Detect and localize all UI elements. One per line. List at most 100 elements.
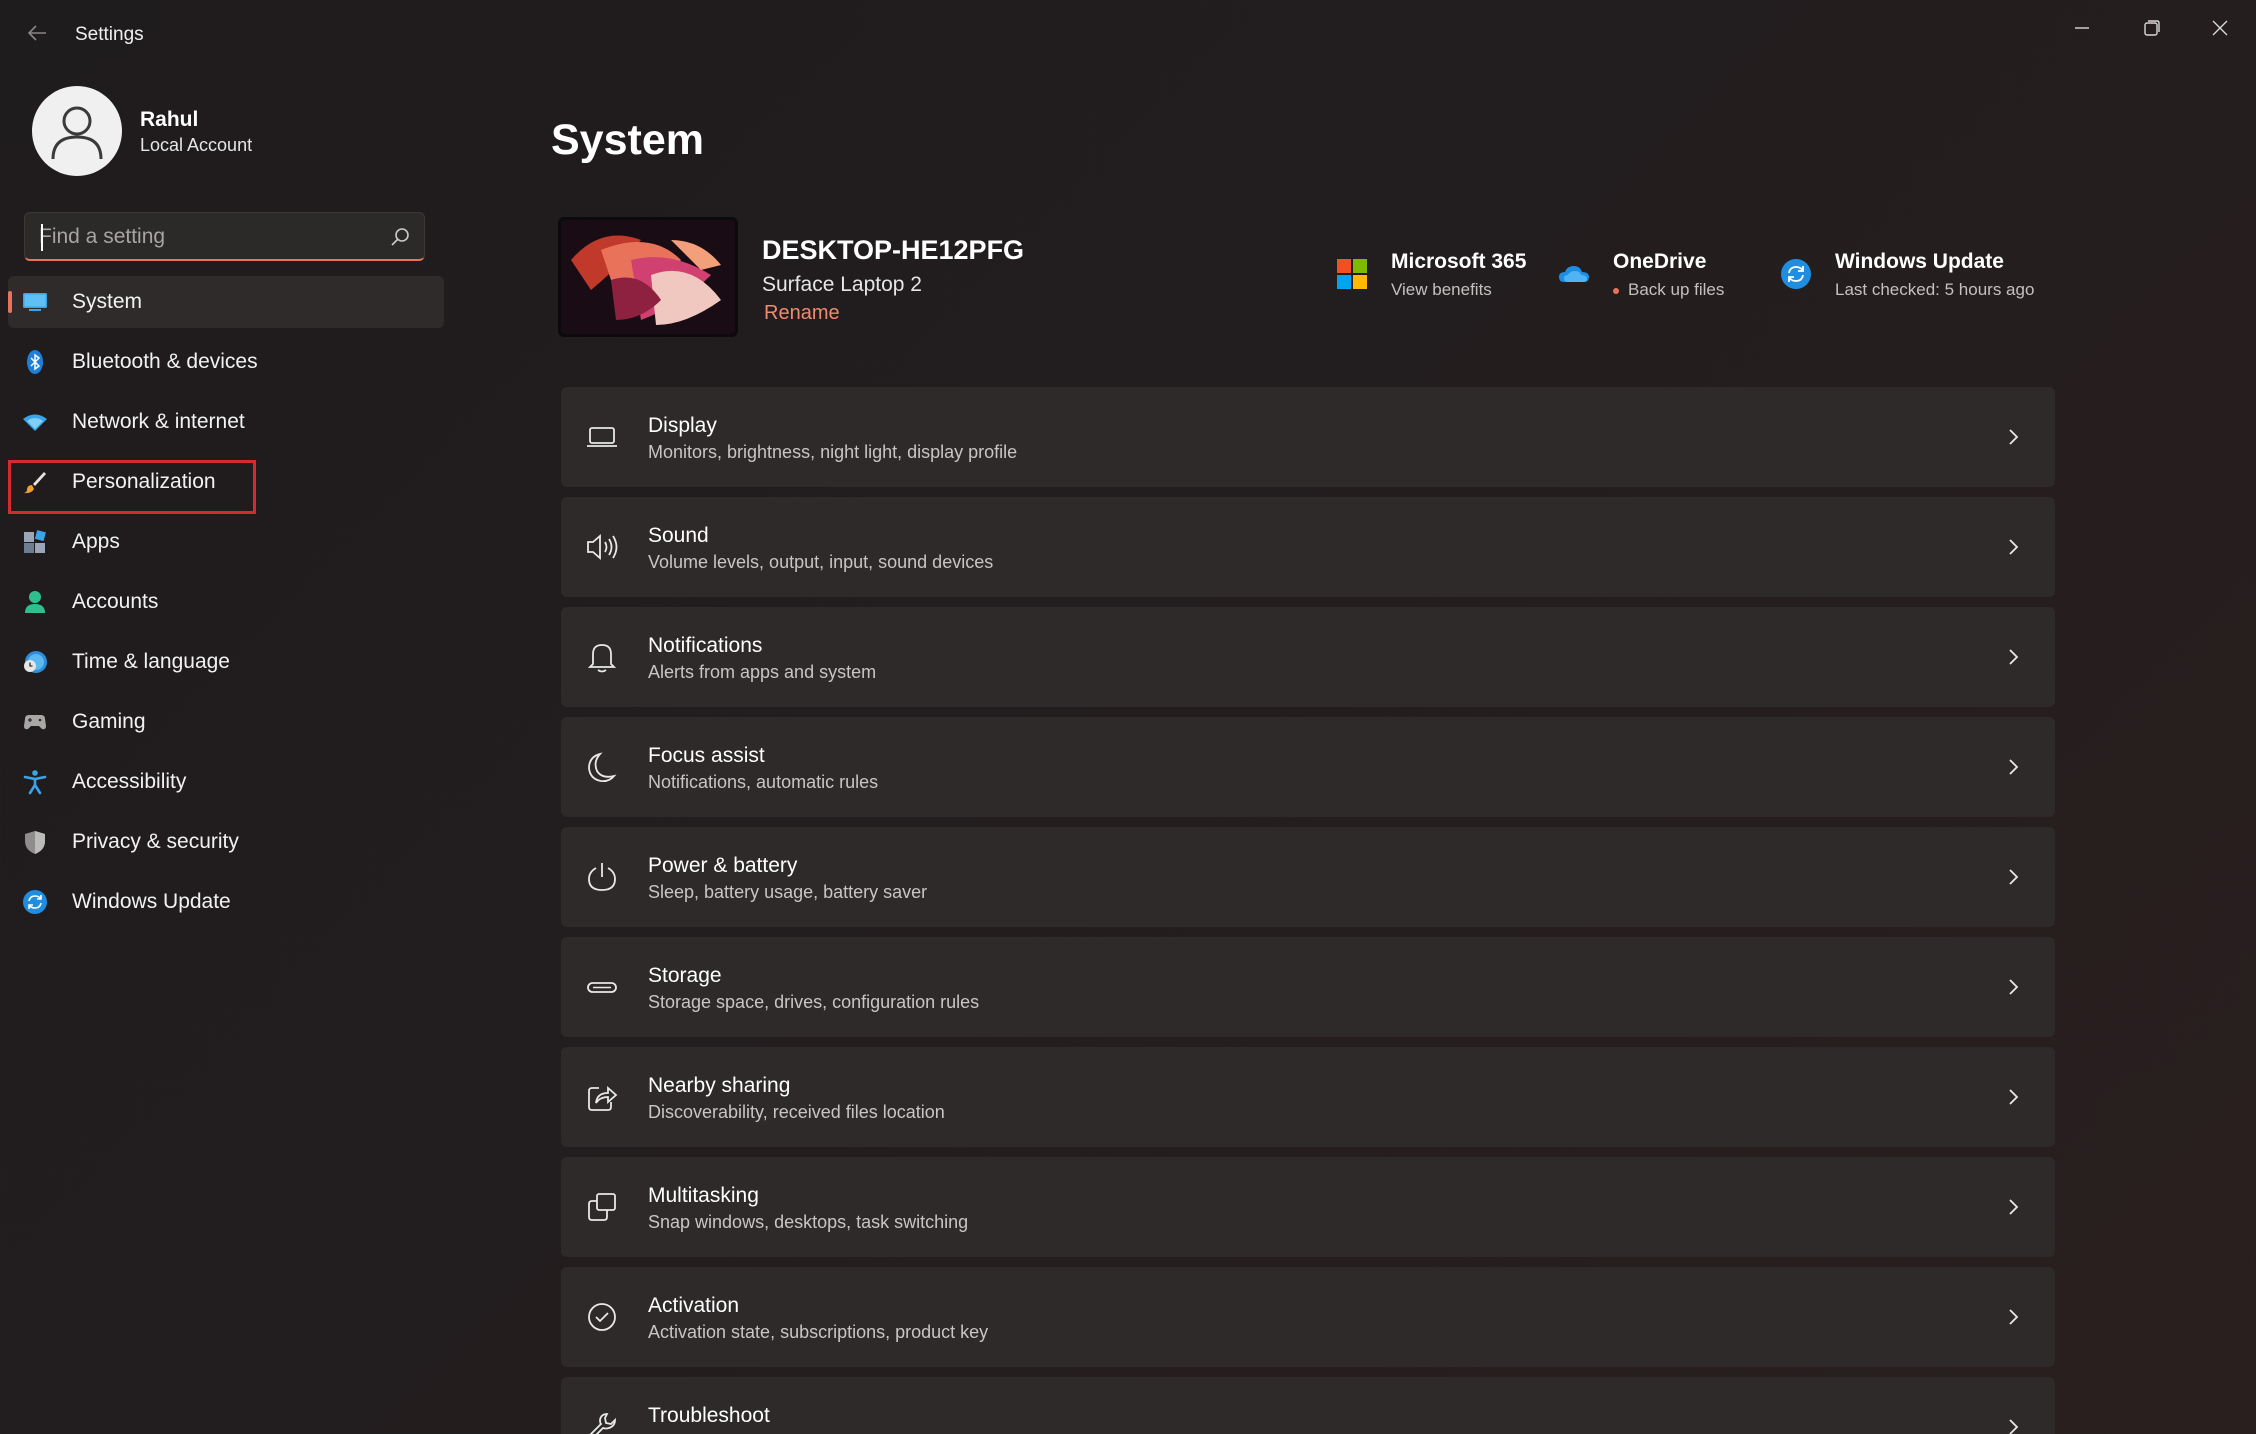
chevron-right-icon <box>2009 429 2019 445</box>
chevron-right-icon <box>2009 869 2019 885</box>
microsoft-logo-icon <box>1337 259 1367 289</box>
card-subtitle: Monitors, brightness, night light, displ… <box>648 442 1018 462</box>
sidebar-item-label: Privacy & security <box>72 830 239 853</box>
storage-icon <box>587 982 617 993</box>
card-subtitle: Notifications, automatic rules <box>648 772 879 792</box>
sidebar-item-label: System <box>72 290 143 313</box>
update-icon <box>1781 259 1811 289</box>
page-title: System <box>551 116 704 164</box>
card-title: Troubleshoot <box>648 1404 770 1427</box>
card-subtitle: Activation state, subscriptions, product… <box>648 1322 989 1342</box>
sidebar-item-bluetooth[interactable]: Bluetooth & devices <box>8 336 444 388</box>
sidebar-item-accounts[interactable]: Accounts <box>8 576 444 628</box>
sidebar-item-label: Network & internet <box>72 410 245 433</box>
sidebar-item-accessibility[interactable]: Accessibility <box>8 756 444 808</box>
sidebar-item-label: Windows Update <box>72 890 231 913</box>
quick-link-subtitle: Back up files <box>1613 280 1724 300</box>
close-button[interactable] <box>2190 8 2250 48</box>
account-type: Local Account <box>140 135 253 155</box>
sidebar-item-system[interactable]: System <box>8 276 444 328</box>
card-sound[interactable]: Sound Volume levels, output, input, soun… <box>561 497 2055 597</box>
card-storage[interactable]: Storage Storage space, drives, configura… <box>561 937 2055 1037</box>
quick-link-title: Windows Update <box>1835 250 2004 273</box>
chevron-right-icon <box>2009 1089 2019 1105</box>
bell-icon <box>587 644 617 673</box>
search-input[interactable] <box>39 222 379 252</box>
multitask-icon <box>588 1193 616 1221</box>
sidebar-item-windows-update[interactable]: Windows Update <box>8 876 444 928</box>
card-title: Activation <box>648 1294 740 1317</box>
moon-icon <box>588 752 617 783</box>
quick-link-subtitle-text: Back up files <box>1628 280 1725 299</box>
apps-icon <box>24 530 46 553</box>
bluetooth-icon <box>27 350 43 374</box>
chevron-right-icon <box>2009 1309 2019 1325</box>
quick-link-subtitle: Last checked: 5 hours ago <box>1835 280 2035 299</box>
card-nearby-sharing[interactable]: Nearby sharing Discoverability, received… <box>561 1047 2055 1147</box>
warning-dot <box>1613 287 1619 294</box>
sidebar-item-label: Gaming <box>72 710 146 733</box>
card-title: Power & battery <box>648 854 798 877</box>
sidebar-item-network[interactable]: Network & internet <box>8 396 444 448</box>
quick-link-subtitle: View benefits <box>1391 280 1492 299</box>
search-icon[interactable] <box>388 225 412 249</box>
display-icon <box>587 427 617 447</box>
card-subtitle: Discoverability, received files location <box>648 1102 945 1122</box>
check-circle-icon <box>588 1303 616 1331</box>
gamepad-icon <box>24 715 46 730</box>
close-icon <box>2212 20 2228 36</box>
chevron-right-icon <box>2009 539 2019 555</box>
sidebar-item-privacy-security[interactable]: Privacy & security <box>8 816 444 868</box>
card-focus-assist[interactable]: Focus assist Notifications, automatic ru… <box>561 717 2055 817</box>
card-power-battery[interactable]: Power & battery Sleep, battery usage, ba… <box>561 827 2055 927</box>
quick-link-title: Microsoft 365 <box>1391 250 1527 273</box>
maximize-button[interactable] <box>2122 8 2182 48</box>
quick-link-title: OneDrive <box>1613 250 1707 273</box>
sidebar-item-time-language[interactable]: Time & language <box>8 636 444 688</box>
chevron-right-icon <box>2009 1199 2019 1215</box>
sidebar-item-apps[interactable]: Apps <box>8 516 444 568</box>
wallpaper-image <box>561 220 735 334</box>
wifi-icon <box>23 414 47 431</box>
search-box[interactable] <box>24 212 425 261</box>
device-model: Surface Laptop 2 <box>762 273 922 296</box>
card-subtitle: Alerts from apps and system <box>648 662 877 682</box>
card-title: Nearby sharing <box>648 1074 791 1097</box>
sidebar-nav: System Bluetooth & devices Network & int… <box>8 276 444 936</box>
settings-list: Display Monitors, brightness, night ligh… <box>561 387 2055 1434</box>
card-notifications[interactable]: Notifications Alerts from apps and syste… <box>561 607 2055 707</box>
update-icon <box>23 890 47 914</box>
rename-link[interactable]: Rename <box>764 302 840 325</box>
app-title: Settings <box>75 24 144 45</box>
card-troubleshoot[interactable]: Troubleshoot <box>561 1377 2055 1434</box>
card-title: Sound <box>648 524 709 547</box>
person-icon <box>25 591 45 613</box>
globe-clock-icon <box>24 651 47 673</box>
card-title: Display <box>648 414 717 437</box>
user-name: Rahul <box>140 108 199 131</box>
shield-icon <box>25 831 45 854</box>
card-title: Focus assist <box>648 744 765 767</box>
sidebar-item-label: Time & language <box>72 650 230 673</box>
card-subtitle: Storage space, drives, configuration rul… <box>648 992 980 1012</box>
sidebar-item-gaming[interactable]: Gaming <box>8 696 444 748</box>
power-icon <box>588 863 616 891</box>
card-subtitle: Sleep, battery usage, battery saver <box>648 882 928 902</box>
chevron-right-icon <box>2009 979 2019 995</box>
monitor-icon <box>23 293 47 311</box>
card-title: Notifications <box>648 634 763 657</box>
card-multitasking[interactable]: Multitasking Snap windows, desktops, tas… <box>561 1157 2055 1257</box>
minimize-button[interactable] <box>2052 8 2112 48</box>
sidebar-item-label: Apps <box>72 530 120 553</box>
avatar[interactable] <box>32 86 122 176</box>
device-wallpaper-thumbnail <box>558 217 738 337</box>
restore-icon <box>2144 20 2160 36</box>
sidebar-item-label: Accounts <box>72 590 159 613</box>
card-activation[interactable]: Activation Activation state, subscriptio… <box>561 1267 2055 1367</box>
back-arrow-icon[interactable] <box>22 20 52 50</box>
device-name: DESKTOP-HE12PFG <box>762 235 1025 265</box>
card-display[interactable]: Display Monitors, brightness, night ligh… <box>561 387 2055 487</box>
title-bar: Settings <box>0 0 2256 72</box>
card-title: Storage <box>648 964 722 987</box>
share-icon <box>588 1086 618 1111</box>
